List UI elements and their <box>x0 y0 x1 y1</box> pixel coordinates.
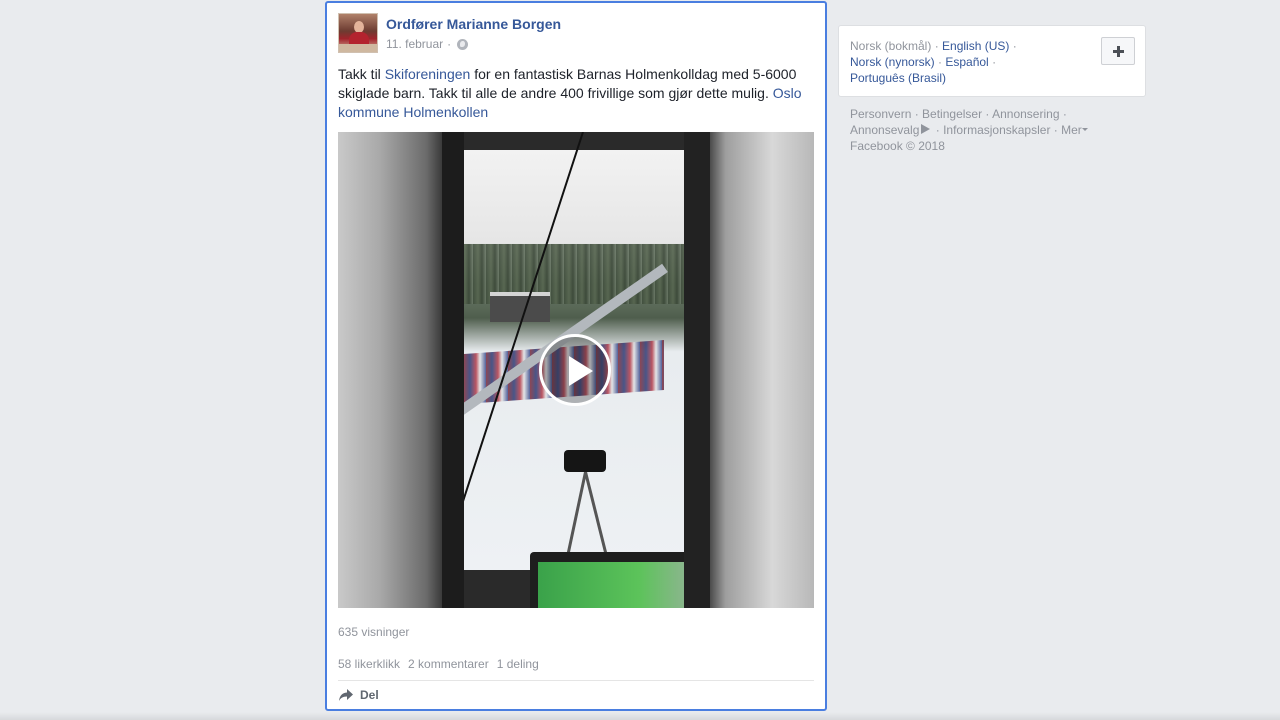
footer-link-personvern[interactable]: Personvern <box>850 107 911 121</box>
copyright: Facebook © 2018 <box>850 139 945 153</box>
video-blur-left <box>338 132 442 608</box>
footer-link-betingelser[interactable]: Betingelser <box>922 107 982 121</box>
language-link-espanol[interactable]: Español <box>945 55 988 69</box>
video-scene-pillar-left <box>442 132 464 608</box>
play-button[interactable] <box>539 334 611 406</box>
share-button[interactable]: Del <box>338 688 379 702</box>
view-count: 635 visninger <box>338 625 410 639</box>
comments-count-link[interactable]: 2 kommentarer <box>408 657 489 671</box>
footer-link-annonsevalg[interactable]: Annonsevalg <box>850 123 919 137</box>
post-card: Ordfører Marianne Borgen 11. februar · T… <box>325 1 827 711</box>
skiforeningen-link[interactable]: Skiforeningen <box>385 66 471 82</box>
play-icon <box>569 356 593 386</box>
language-list: Norsk (bokmål) · English (US) · Norsk (n… <box>850 39 1017 85</box>
action-divider <box>338 680 814 681</box>
shares-count-link[interactable]: 1 deling <box>497 657 539 671</box>
caret-down-icon[interactable] <box>1081 128 1088 131</box>
current-language: Norsk (bokmål) <box>850 39 932 53</box>
language-selector-box: Norsk (bokmål) · English (US) · Norsk (n… <box>838 25 1146 97</box>
video-scene-building <box>490 292 550 322</box>
language-link-norsk-nynorsk[interactable]: Norsk (nynorsk) <box>850 55 935 69</box>
footer-link-mer[interactable]: Mer <box>1061 123 1082 137</box>
post-text-part1: Takk til <box>338 66 385 82</box>
footer-link-informasjonskapsler[interactable]: Informasjonskapsler <box>943 123 1050 137</box>
language-link-english-us[interactable]: English (US) <box>942 39 1009 53</box>
video-scene-pillar-right <box>684 132 710 608</box>
add-language-button[interactable] <box>1101 37 1135 65</box>
share-label: Del <box>360 688 379 702</box>
adchoices-icon[interactable] <box>921 124 931 134</box>
post-text: Takk til Skiforeningen for en fantastisk… <box>338 65 808 122</box>
share-arrow-icon <box>339 689 353 701</box>
post-header: Ordfører Marianne Borgen 11. februar · <box>338 13 808 53</box>
video-scene-monitor <box>530 552 710 608</box>
video-player[interactable] <box>338 132 814 608</box>
language-link-portugues-brasil[interactable]: Português (Brasil) <box>850 71 946 85</box>
plus-icon <box>1112 45 1124 57</box>
author-name-link[interactable]: Ordfører Marianne Borgen <box>386 16 561 32</box>
video-scene-camera <box>564 450 606 472</box>
meta-separator: · <box>447 37 452 51</box>
likes-count-link[interactable]: 58 likerklikk <box>338 657 400 671</box>
footer-link-annonsering[interactable]: Annonsering <box>992 107 1059 121</box>
footer-links: Personvern · Betingelser · Annonsering ·… <box>850 106 1140 154</box>
video-scene-monitor-screen <box>538 562 706 608</box>
video-blur-right <box>710 132 814 608</box>
avatar-desk <box>339 44 377 52</box>
post-date-link[interactable]: 11. februar <box>386 37 443 51</box>
globe-icon[interactable] <box>457 38 469 50</box>
post-stats: 58 likerklikk 2 kommentarer 1 deling <box>338 657 539 671</box>
post-meta: 11. februar · <box>386 37 469 51</box>
bottom-shadow <box>0 712 1280 720</box>
avatar[interactable] <box>338 13 378 53</box>
